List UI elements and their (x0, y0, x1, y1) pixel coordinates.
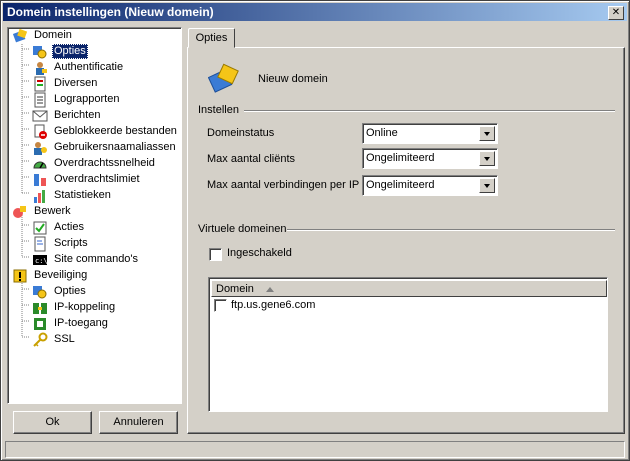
ok-button[interactable]: Ok (13, 411, 92, 434)
options-icon (32, 44, 48, 60)
title-bar[interactable]: Domein instellingen (Nieuw domein) ✕ (3, 3, 627, 21)
close-icon: ✕ (611, 7, 621, 18)
column-header-label: Domein (216, 283, 254, 295)
scripts-icon (32, 236, 48, 252)
domain-globe-icon (207, 63, 240, 95)
enabled-checkbox-label: Ingeschakeld (227, 247, 292, 259)
virtual-domains-list[interactable]: Domein ftp.us.gene6.com (208, 277, 608, 412)
tab-opties[interactable]: Opties (188, 28, 235, 48)
sort-ascending-icon (266, 287, 274, 292)
domain-status-label: Domeinstatus (207, 127, 275, 139)
options-icon (32, 284, 48, 300)
tree-item-label: Beveiliging (34, 269, 88, 281)
tree-item-label: Overdrachtslimiet (54, 173, 140, 185)
max-connections-per-ip-value: Ongelimiteerd (366, 179, 435, 191)
speed-gauge-icon (32, 156, 48, 172)
tree-item-label: Gebruikersnaamaliassen (54, 141, 176, 153)
dialog-window: Domein instellingen (Nieuw domein) ✕ Dom… (0, 0, 630, 461)
max-clients-label: Max aantal cliënts (207, 153, 296, 165)
tree-item-label: Lograpporten (54, 93, 120, 105)
console-icon: c:\ (32, 252, 48, 268)
log-icon (32, 92, 48, 108)
cancel-button[interactable]: Annuleren (99, 411, 178, 434)
domain-status-select[interactable]: Online (362, 123, 498, 144)
blocked-files-icon (32, 124, 48, 140)
column-header-domein[interactable]: Domein (211, 280, 607, 297)
max-clients-value: Ongelimiteerd (366, 152, 435, 164)
tree-item-label: Geblokkeerde bestanden (54, 125, 177, 137)
authentication-icon (32, 60, 48, 76)
virtual-domains-divider (287, 229, 615, 231)
actions-icon (32, 220, 48, 236)
chevron-down-icon[interactable] (479, 151, 495, 166)
tree-item-label: IP-koppeling (54, 301, 116, 313)
messages-icon (32, 108, 48, 124)
tree-item-label: Domein (34, 29, 72, 41)
tree-item-label: IP-toegang (54, 317, 108, 329)
tree-item-label: Opties (54, 285, 86, 297)
chevron-down-icon[interactable] (479, 178, 495, 193)
tree-item-label: Authentificatie (54, 61, 124, 73)
ip-access-icon (32, 316, 48, 332)
domain-status-value: Online (366, 127, 398, 139)
tree-item-label: Scripts (54, 237, 88, 249)
user-alias-icon (32, 140, 48, 156)
tree-item-label: Statistieken (54, 189, 111, 201)
tree-item-label: Diversen (54, 77, 98, 89)
tree-item-label: Site commando's (54, 253, 139, 265)
ip-binding-icon (32, 300, 48, 316)
key-icon (32, 332, 48, 348)
status-bar (5, 441, 625, 458)
transfer-limit-icon (32, 172, 48, 188)
enabled-checkbox[interactable] (209, 248, 222, 261)
tree-item-label: SSL (54, 333, 75, 345)
instellen-divider (244, 110, 615, 112)
window-title: Domein instellingen (Nieuw domein) (7, 5, 214, 19)
misc-icon (32, 76, 48, 92)
list-item-domain: ftp.us.gene6.com (231, 299, 316, 311)
security-icon (12, 268, 28, 284)
chevron-down-icon[interactable] (479, 126, 495, 141)
virtual-domains-group-label: Virtuele domeinen (198, 223, 287, 235)
instellen-group-label: Instellen (198, 104, 239, 116)
tree-item-label: Bewerk (34, 205, 71, 217)
tree-item-label: Overdrachtssnelheid (54, 157, 155, 169)
svg-text:c:\: c:\ (35, 257, 48, 265)
edit-icon (12, 204, 28, 220)
tree-item-label: Opties (52, 44, 88, 59)
max-connections-per-ip-label: Max aantal verbindingen per IP (207, 179, 360, 191)
domain-name: Nieuw domein (258, 73, 328, 85)
statistics-icon (32, 188, 48, 204)
tree-item-label: Acties (54, 221, 84, 233)
max-connections-per-ip-select[interactable]: Ongelimiteerd (362, 175, 498, 196)
tree-item-label: Berichten (54, 109, 101, 121)
close-button[interactable]: ✕ (608, 6, 624, 20)
domain-icon (12, 28, 28, 44)
max-clients-select[interactable]: Ongelimiteerd (362, 148, 498, 169)
list-item-checkbox[interactable] (214, 299, 227, 312)
settings-tree[interactable]: Domein Opties Authentificatie Diversen L… (7, 27, 182, 404)
